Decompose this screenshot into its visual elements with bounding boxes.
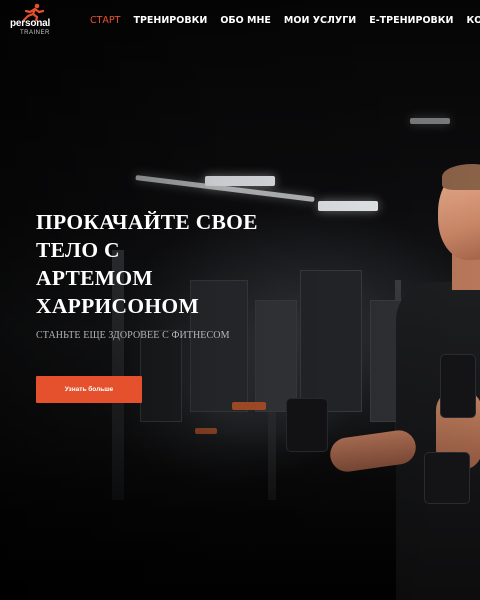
main-menu: СТАРТ ТРЕНИРОВКИ ОБО МНЕ МОИ УСЛУГИ E-ТР… bbox=[90, 15, 480, 26]
logo-text: personal bbox=[10, 18, 51, 29]
hero-title-line: ТЕЛО С bbox=[36, 238, 120, 262]
top-navigation: personal TRAINER СТАРТ ТРЕНИРОВКИ ОБО МН… bbox=[0, 0, 480, 42]
gym-machine bbox=[140, 330, 182, 422]
nav-item-workouts[interactable]: ТРЕНИРОВКИ bbox=[133, 15, 207, 26]
gym-bench-pad bbox=[232, 402, 266, 410]
nav-item-services[interactable]: МОИ УСЛУГИ bbox=[284, 15, 356, 26]
nav-item-contacts[interactable]: КОНТАКТЫ bbox=[467, 15, 480, 26]
ceiling-light bbox=[318, 201, 378, 211]
dumbbell bbox=[286, 398, 328, 452]
landing-page: personal TRAINER СТАРТ ТРЕНИРОВКИ ОБО МН… bbox=[0, 0, 480, 600]
dumbbell bbox=[424, 452, 470, 504]
logo-subtext: TRAINER bbox=[20, 30, 50, 36]
hero-title-line: АРТЕМОМ bbox=[36, 266, 154, 290]
dumbbell bbox=[440, 354, 476, 418]
brand-logo[interactable]: personal TRAINER bbox=[10, 3, 58, 39]
trainer-hair bbox=[442, 164, 480, 190]
hero-title: ПРОКАЧАЙТЕ СВОЕ ТЕЛО С АРТЕМОМ ХАРРИСОНО… bbox=[36, 208, 296, 320]
gym-machine bbox=[300, 270, 362, 412]
hero-title-line: ХАРРИСОНОМ bbox=[36, 294, 200, 318]
hero-subtitle: СТАНЬТЕ ЕЩЕ ЗДОРОВЕЕ С ФИТНЕСОМ bbox=[36, 330, 230, 341]
hero-title-line: ПРОКАЧАЙТЕ СВОЕ bbox=[36, 210, 258, 234]
learn-more-button[interactable]: Узнать больше bbox=[36, 376, 142, 403]
ceiling-light bbox=[410, 118, 450, 124]
nav-item-e-workouts[interactable]: E-ТРЕНИРОВКИ bbox=[369, 15, 453, 26]
nav-item-start[interactable]: СТАРТ bbox=[90, 15, 120, 26]
nav-item-about[interactable]: ОБО МНЕ bbox=[220, 15, 271, 26]
